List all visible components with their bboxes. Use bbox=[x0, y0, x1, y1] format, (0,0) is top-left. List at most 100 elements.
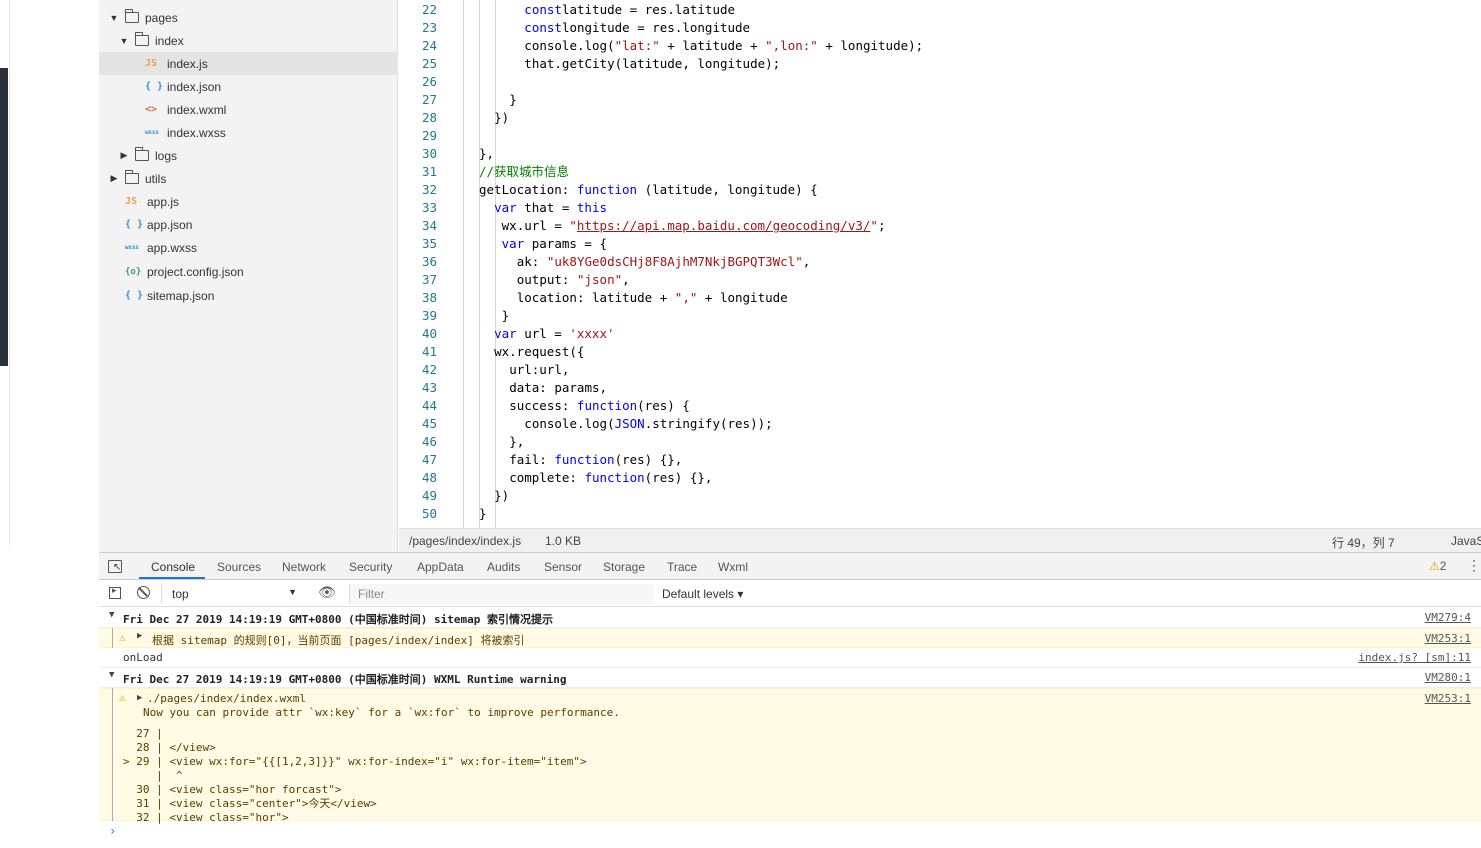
chevron-right-icon[interactable]: ▶ bbox=[119, 150, 129, 161]
tab-audits[interactable]: Audits bbox=[487, 560, 520, 574]
code-line[interactable]: 32 getLocation: function (latitude, longi… bbox=[399, 181, 1481, 199]
code-line[interactable]: 47 fail: function(res) {}, bbox=[399, 451, 1481, 469]
code-line[interactable]: 35 var params = { bbox=[399, 235, 1481, 253]
expand-triangle-icon[interactable]: ▶ bbox=[137, 631, 142, 641]
warning-count-badge[interactable]: ⚠2 bbox=[1429, 559, 1446, 573]
code-line[interactable]: 25 that.getCity(latitude, longitude); bbox=[399, 55, 1481, 73]
folder-open-icon bbox=[135, 32, 149, 46]
file-tree-item[interactable]: ▶ utils bbox=[99, 167, 398, 190]
proj-file-icon: {o} bbox=[125, 266, 142, 277]
code-line[interactable]: 49}) bbox=[399, 487, 1481, 505]
console-group-header[interactable]: ▼ Fri Dec 27 2019 14:19:19 GMT+0800 (中国标… bbox=[99, 608, 1481, 628]
language-mode[interactable]: JavaScript bbox=[1451, 534, 1481, 548]
file-tree-item[interactable]: { } sitemap.json bbox=[99, 284, 398, 307]
code-line[interactable]: 50} bbox=[399, 505, 1481, 523]
code-line[interactable]: 24 console.log("lat:" + latitude + ",lon:… bbox=[399, 37, 1481, 55]
code-line[interactable]: 22 constlatitude = res.latitude bbox=[399, 1, 1481, 19]
clear-console-icon[interactable] bbox=[137, 586, 150, 599]
code-line[interactable]: 27} bbox=[399, 91, 1481, 109]
code-line[interactable]: 26 bbox=[399, 73, 1481, 91]
line-number: 39 bbox=[421, 308, 437, 323]
code-line[interactable]: 34 wx.url = "https://api.map.baidu.com/ge… bbox=[399, 217, 1481, 235]
file-tree-label: app.js bbox=[147, 194, 180, 209]
file-tree-item[interactable]: ▶ logs bbox=[99, 144, 398, 167]
code-line[interactable]: 43 data: params, bbox=[399, 379, 1481, 397]
file-tree-label: project.config.json bbox=[147, 264, 244, 279]
file-tree-item[interactable]: { } app.json bbox=[99, 213, 398, 236]
json-file-icon: { } bbox=[125, 219, 144, 230]
source-link[interactable]: VM280:1 bbox=[1425, 671, 1471, 684]
file-tree-item[interactable]: JS index.js bbox=[99, 52, 398, 75]
code-text: }) bbox=[494, 488, 510, 503]
tab-storage[interactable]: Storage bbox=[603, 560, 645, 574]
more-options-icon[interactable]: ⋮ bbox=[1467, 557, 1481, 574]
code-line[interactable]: 37 output: "json", bbox=[399, 271, 1481, 289]
tab-appdata[interactable]: AppData bbox=[417, 560, 464, 574]
file-tree-item[interactable]: ▼ index bbox=[99, 29, 398, 52]
file-size: 1.0 KB bbox=[545, 534, 582, 548]
code-line[interactable]: 33 var that = this bbox=[399, 199, 1481, 217]
code-line[interactable]: 41 wx.request({ bbox=[399, 343, 1481, 361]
file-tree-item[interactable]: { } index.json bbox=[99, 75, 398, 98]
code-text: constlatitude = res.latitude bbox=[524, 2, 736, 17]
code-line[interactable]: 45 console.log(JSON.stringify(res)); bbox=[399, 415, 1481, 433]
code-line[interactable]: 23 constlongitude = res.longitude bbox=[399, 19, 1481, 37]
console-prompt-icon[interactable]: › bbox=[109, 824, 116, 838]
code-line[interactable]: 42 url:url, bbox=[399, 361, 1481, 379]
code-line[interactable]: 39} bbox=[399, 307, 1481, 325]
code-line[interactable]: 46}, bbox=[399, 433, 1481, 451]
console-filter-input[interactable] bbox=[349, 584, 653, 604]
chevron-right-icon[interactable]: ▶ bbox=[109, 173, 119, 184]
console-group-header[interactable]: ▼ Fri Dec 27 2019 14:19:19 GMT+0800 (中国标… bbox=[99, 668, 1481, 688]
code-line[interactable]: 40 var url = 'xxxx' bbox=[399, 325, 1481, 343]
chevron-down-icon[interactable]: ▼ bbox=[109, 13, 119, 23]
code-line[interactable]: 48 complete: function(res) {}, bbox=[399, 469, 1481, 487]
tab-sensor[interactable]: Sensor bbox=[544, 560, 582, 574]
code-line[interactable]: 29 bbox=[399, 127, 1481, 145]
tab-sources[interactable]: Sources bbox=[217, 560, 261, 574]
live-expression-eye-icon[interactable]: 👁 bbox=[318, 584, 336, 601]
code-line[interactable]: 30}, bbox=[399, 145, 1481, 163]
source-link[interactable]: index.js? [sm]:11 bbox=[1358, 651, 1471, 664]
console-sidebar-toggle-icon[interactable] bbox=[109, 585, 121, 599]
code-text: } bbox=[479, 506, 487, 521]
log-levels-dropdown[interactable]: Default levels ▾ bbox=[662, 587, 743, 601]
code-line[interactable]: 38 location: latitude + "," + longitude bbox=[399, 289, 1481, 307]
expand-triangle-icon[interactable]: ▶ bbox=[137, 693, 142, 703]
source-link[interactable]: VM253:1 bbox=[1425, 692, 1471, 705]
line-number: 29 bbox=[421, 128, 437, 143]
code-text: }) bbox=[494, 110, 510, 125]
inspect-element-icon[interactable] bbox=[108, 560, 122, 573]
file-tree-item[interactable]: ▼ pages bbox=[99, 6, 398, 29]
code-text: console.log(JSON.stringify(res)); bbox=[524, 416, 773, 431]
code-editor[interactable]: 22 constlatitude = res.latitude 23 constlon… bbox=[399, 0, 1481, 528]
source-link[interactable]: VM253:1 bbox=[1425, 632, 1471, 645]
tab-trace[interactable]: Trace bbox=[667, 560, 697, 574]
snippet-line: 32 | <view class="hor"> bbox=[123, 811, 289, 824]
warning-icon: ⚠ bbox=[1429, 559, 1440, 573]
expand-triangle-icon[interactable]: ▼ bbox=[109, 610, 114, 620]
source-link[interactable]: VM279:4 bbox=[1425, 611, 1471, 624]
context-selector[interactable]: top ▼ bbox=[161, 583, 301, 604]
code-line[interactable]: 28}) bbox=[399, 109, 1481, 127]
code-text: ak: "uk8YGe0dsCHj8F8AjhM7NkjBGPQT3Wcl", bbox=[516, 254, 811, 269]
code-line[interactable]: 44 success: function(res) { bbox=[399, 397, 1481, 415]
line-number: 35 bbox=[421, 236, 437, 251]
code-text: wx.url = "https://api.map.baidu.com/geoc… bbox=[501, 218, 886, 233]
expand-triangle-icon[interactable]: ▼ bbox=[109, 670, 114, 680]
file-tree-item[interactable]: wxss app.wxss bbox=[99, 236, 398, 259]
code-line[interactable]: 36 ak: "uk8YGe0dsCHj8F8AjhM7NkjBGPQT3Wcl"… bbox=[399, 253, 1481, 271]
chevron-down-icon[interactable]: ▼ bbox=[119, 36, 129, 46]
tab-security[interactable]: Security bbox=[349, 560, 392, 574]
file-tree-item[interactable]: <> index.wxml bbox=[99, 98, 398, 121]
file-tree-item[interactable]: {o} project.config.json bbox=[99, 260, 398, 283]
tab-network[interactable]: Network bbox=[282, 560, 326, 574]
code-text: location: latitude + "," + longitude bbox=[516, 290, 788, 305]
line-number: 49 bbox=[421, 488, 437, 503]
code-line[interactable]: 31 //获取城市信息 bbox=[399, 163, 1481, 181]
file-tree-label: index.wxss bbox=[167, 125, 226, 140]
file-tree-item[interactable]: JS app.js bbox=[99, 190, 398, 213]
tab-console[interactable]: Console bbox=[151, 560, 195, 574]
tab-wxml[interactable]: Wxml bbox=[718, 560, 748, 574]
file-tree-item[interactable]: wxss index.wxss bbox=[99, 121, 398, 144]
